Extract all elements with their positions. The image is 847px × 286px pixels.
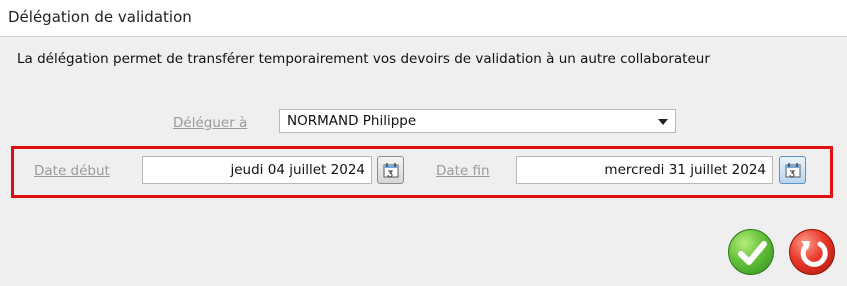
confirm-button[interactable] xyxy=(728,229,774,275)
end-date-value: mercredi 31 juillet 2024 xyxy=(604,162,766,178)
checkmark-icon xyxy=(738,241,767,265)
dialog-panel: La délégation permet de transférer tempo… xyxy=(0,37,847,286)
delegate-label[interactable]: Déléguer à xyxy=(173,115,247,131)
end-date-calendar-button[interactable] xyxy=(779,156,806,184)
description-text: La délégation permet de transférer tempo… xyxy=(17,51,710,67)
delegate-select[interactable]: NORMAND Philippe xyxy=(279,109,676,133)
delegate-select-value: NORMAND Philippe xyxy=(287,113,417,129)
start-date-calendar-button[interactable] xyxy=(377,156,404,184)
end-date-field[interactable]: mercredi 31 juillet 2024 xyxy=(516,156,773,184)
cancel-button[interactable] xyxy=(789,229,835,275)
start-date-label[interactable]: Date début xyxy=(34,163,110,179)
start-date-value: jeudi 04 juillet 2024 xyxy=(230,162,366,178)
title-bar: Délégation de validation xyxy=(0,0,847,36)
undo-arrow-icon xyxy=(800,241,828,267)
chevron-down-icon[interactable] xyxy=(658,119,668,125)
end-date-label[interactable]: Date fin xyxy=(436,163,490,179)
window-title: Délégation de validation xyxy=(8,8,192,26)
start-date-field[interactable]: jeudi 04 juillet 2024 xyxy=(142,156,372,184)
calendar-icon xyxy=(383,163,399,178)
calendar-icon xyxy=(785,163,801,178)
